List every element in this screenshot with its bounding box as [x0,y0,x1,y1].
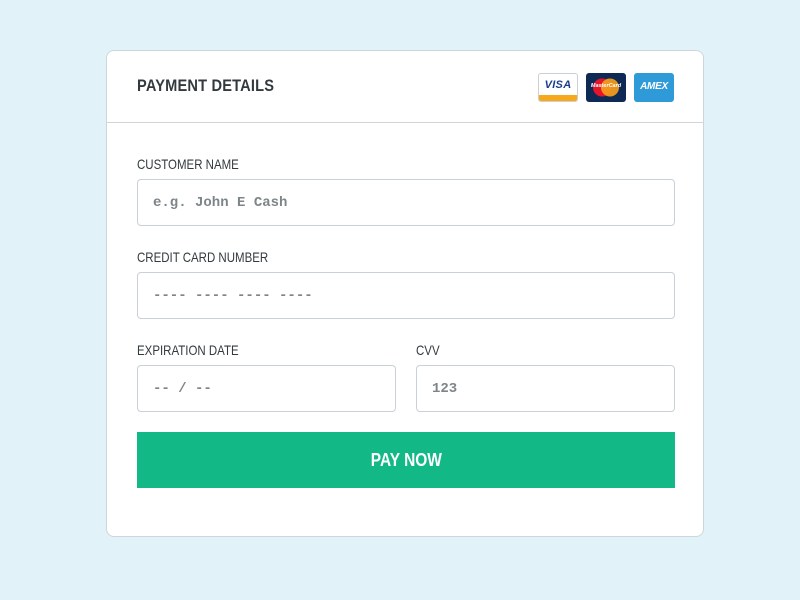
cvv-label: CVV [416,342,440,358]
card-header: PAYMENT DETAILS VISA MasterCard AMEX [107,51,703,123]
visa-logo-text: VISA [544,79,572,91]
cvv-input[interactable] [416,365,675,412]
payment-card: PAYMENT DETAILS VISA MasterCard AMEX CUS… [106,50,704,537]
card-number-input[interactable] [137,272,675,319]
amex-logo-text: AMEX [640,81,668,92]
pay-now-label: PAY NOW [370,449,442,470]
card-number-label: CREDIT CARD NUMBER [137,249,269,265]
visa-logo-stripe [539,95,577,101]
amex-logo-icon: AMEX [634,73,674,102]
visa-logo-icon: VISA [538,73,578,102]
mastercard-logo-icon: MasterCard [586,73,626,102]
expiration-date-input[interactable] [137,365,396,412]
card-logos: VISA MasterCard AMEX [538,73,674,102]
mastercard-logo-text: MasterCard [590,83,622,89]
expiration-date-label: EXPIRATION DATE [137,342,239,358]
page-title: PAYMENT DETAILS [137,76,275,95]
pay-now-button[interactable]: PAY NOW [137,432,675,488]
customer-name-input[interactable] [137,179,675,226]
customer-name-label: CUSTOMER NAME [137,156,239,172]
